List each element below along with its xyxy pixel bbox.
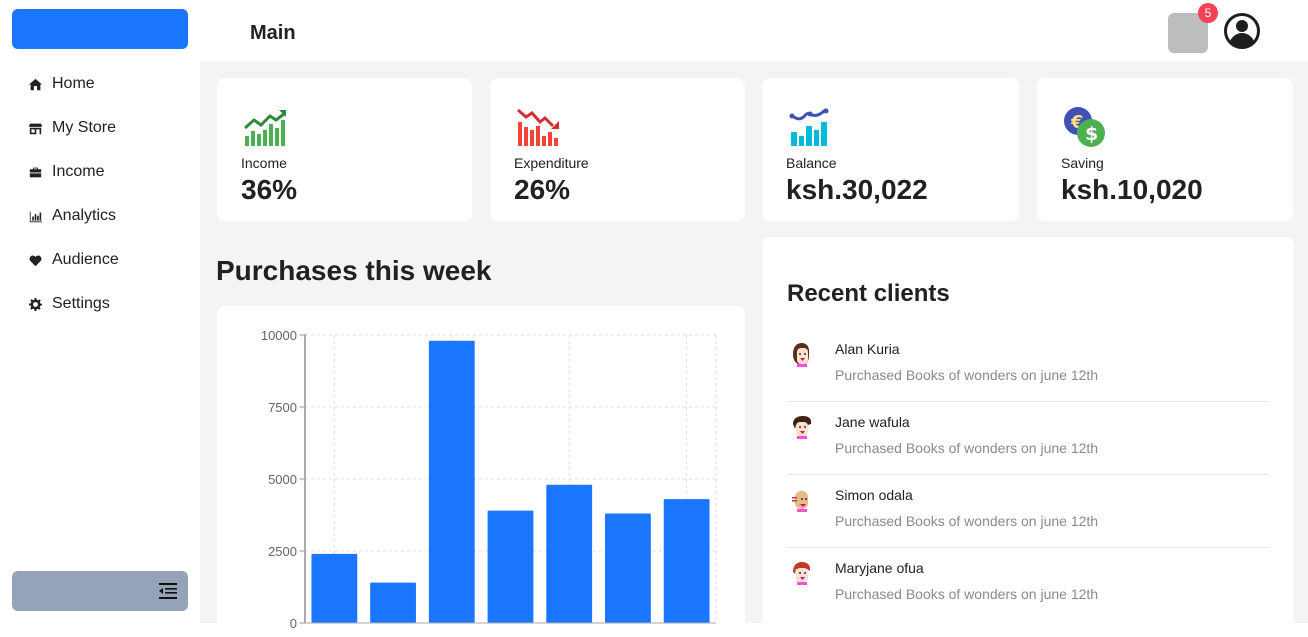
sidebar-item-analytics[interactable]: Analytics (0, 194, 200, 238)
stat-value: 36% (241, 174, 298, 205)
brand-logo[interactable] (12, 9, 188, 49)
bar (663, 499, 710, 623)
stat-card-balance: Balance ksh.30,022 (762, 78, 1019, 221)
client-name: Simon odala (835, 487, 913, 503)
client-avatar (793, 416, 812, 439)
bar (546, 484, 593, 623)
svg-text:$: $ (1085, 123, 1098, 145)
sidebar-item-label: Home (52, 75, 95, 92)
bar (370, 582, 416, 623)
account-icon[interactable] (1223, 12, 1261, 50)
store-icon (28, 121, 42, 135)
client-name: Alan Kuria (835, 341, 900, 357)
purchases-bar-chart: 0 2500 5000 7500 10000 (261, 328, 717, 631)
client-item[interactable]: Maryjane ofua Purchased Books of wonders… (787, 548, 1269, 621)
client-description: Purchased Books of wonders on june 12th (835, 586, 1099, 602)
home-icon (28, 77, 42, 91)
trending-down-chart-icon (517, 108, 559, 146)
client-list: Alan Kuria Purchased Books of wonders on… (787, 329, 1269, 621)
sidebar: Home My Store Income Analytics Audience … (0, 0, 200, 623)
y-tick-label: 2500 (268, 544, 297, 559)
client-item[interactable]: Simon odala Purchased Books of wonders o… (787, 475, 1269, 548)
bar (428, 340, 475, 623)
stat-card-expenditure: Expenditure 26% (490, 78, 745, 221)
gear-icon (28, 297, 42, 311)
client-description: Purchased Books of wonders on june 12th (835, 440, 1099, 456)
stat-label: Income (241, 155, 287, 171)
sidebar-item-label: Audience (52, 251, 119, 268)
y-tick-label: 0 (290, 616, 297, 631)
sidebar-item-label: Income (52, 163, 105, 180)
client-avatar (793, 343, 810, 367)
trending-up-chart-icon (244, 110, 286, 146)
client-description: Purchased Books of wonders on june 12th (835, 513, 1099, 529)
page-title: Main (250, 22, 296, 44)
stat-card-saving: € $ Saving ksh.10,020 (1037, 78, 1293, 221)
client-avatar (793, 562, 811, 585)
bar (487, 510, 534, 623)
sidebar-nav: Home My Store Income Analytics Audience … (0, 62, 200, 326)
sidebar-item-label: My Store (52, 119, 117, 136)
bar-chart-icon (28, 209, 42, 223)
y-tick-label: 10000 (261, 328, 297, 343)
notification-badge: 5 (1198, 3, 1218, 23)
balance-chart-icon (789, 108, 829, 146)
stat-value: ksh.10,020 (1061, 174, 1203, 205)
client-description: Purchased Books of wonders on june 12th (835, 367, 1099, 383)
heart-icon (28, 253, 42, 267)
sidebar-item-label: Settings (52, 295, 110, 312)
collapse-menu-icon (159, 583, 177, 599)
stat-label: Balance (786, 155, 837, 171)
top-bar: Main 5 (200, 0, 1308, 61)
currency-coins-icon: € $ (1064, 107, 1105, 147)
stat-card-income: Income 36% (217, 78, 472, 221)
briefcase-icon (28, 165, 42, 179)
client-avatar (792, 491, 808, 512)
client-name: Maryjane ofua (835, 560, 924, 576)
sidebar-item-settings[interactable]: Settings (0, 282, 200, 326)
stat-value: ksh.30,022 (786, 174, 928, 205)
collapse-sidebar-button[interactable] (12, 571, 188, 611)
client-item[interactable]: Alan Kuria Purchased Books of wonders on… (787, 329, 1269, 402)
y-tick-label: 7500 (268, 400, 297, 415)
sidebar-item-label: Analytics (52, 207, 117, 224)
bar (311, 553, 358, 623)
sidebar-item-my-store[interactable]: My Store (0, 106, 200, 150)
sidebar-item-audience[interactable]: Audience (0, 238, 200, 282)
main-content: Income 36% Expenditure 26% Balance ksh.3… (200, 61, 1308, 637)
purchases-title: Purchases this week (216, 255, 492, 286)
sidebar-item-income[interactable]: Income (0, 150, 200, 194)
client-name: Jane wafula (835, 414, 910, 430)
y-tick-label: 5000 (268, 472, 297, 487)
stat-label: Saving (1061, 155, 1104, 171)
stat-value: 26% (514, 174, 571, 205)
recent-clients-card: Recent clients Alan Kuria Purchased Book… (762, 237, 1294, 637)
sidebar-item-home[interactable]: Home (0, 62, 200, 106)
recent-clients-title: Recent clients (787, 280, 950, 307)
client-item[interactable]: Jane wafula Purchased Books of wonders o… (787, 402, 1269, 475)
purchases-chart-card: 0 2500 5000 7500 10000 (217, 306, 745, 636)
stat-label: Expenditure (514, 155, 589, 171)
bar (605, 513, 651, 623)
